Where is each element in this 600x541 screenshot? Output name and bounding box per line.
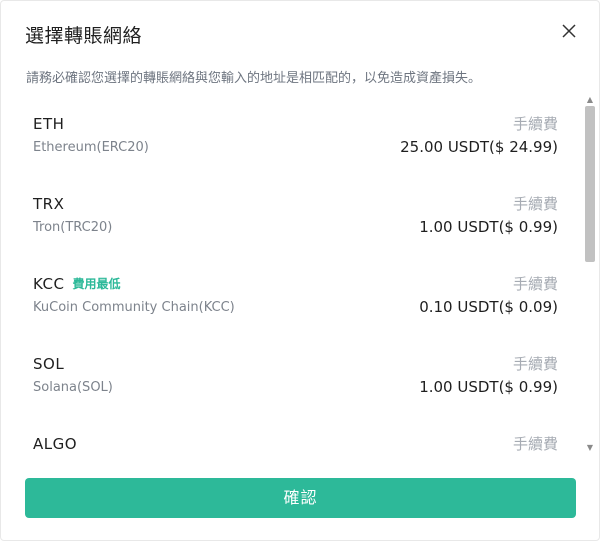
fee-label: 手續費 — [512, 275, 558, 293]
network-full-name: Solana(SOL) — [33, 380, 113, 395]
fee-value: 1.00 USDT($ 0.99) — [419, 218, 558, 236]
confirm-button[interactable]: 確認 — [25, 478, 576, 518]
warning-notice: 請務必確認您選擇的轉賬網絡與您輸入的地址是相匹配的，以免造成資產損失。 — [26, 71, 482, 86]
close-button[interactable] — [559, 21, 579, 41]
network-option-algo[interactable]: ALGO 手續費 — [15, 414, 570, 454]
scroll-up-arrow-icon[interactable]: ▲ — [583, 94, 597, 106]
network-symbol: KCC — [33, 275, 65, 293]
network-full-name: Ethereum(ERC20) — [33, 140, 149, 155]
network-symbol: SOL — [33, 355, 65, 373]
list-scrollbar[interactable]: ▲ ▼ — [583, 94, 597, 454]
fee-value: 1.00 USDT($ 0.99) — [419, 378, 558, 396]
fee-label: 手續費 — [512, 195, 558, 213]
fee-label: 手續費 — [512, 355, 558, 373]
network-symbol: ALGO — [33, 435, 78, 453]
network-select-dialog: 選擇轉賬網絡 請務必確認您選擇的轉賬網絡與您輸入的地址是相匹配的，以免造成資產損… — [0, 0, 600, 541]
network-full-name: Tron(TRC20) — [33, 220, 113, 235]
fee-label: 手續費 — [512, 435, 558, 453]
network-symbol: ETH — [33, 115, 65, 133]
network-symbol: TRX — [33, 195, 65, 213]
fee-label: 手續費 — [512, 115, 558, 133]
network-list[interactable]: ETH Ethereum(ERC20) 手續費 25.00 USDT($ 24.… — [15, 94, 600, 454]
fee-value: 0.10 USDT($ 0.09) — [419, 298, 558, 316]
dialog-title: 選擇轉賬網絡 — [25, 25, 143, 47]
network-option-kcc[interactable]: KCC 費用最低 KuCoin Community Chain(KCC) 手續費 … — [15, 254, 570, 334]
network-option-eth[interactable]: ETH Ethereum(ERC20) 手續費 25.00 USDT($ 24.… — [15, 94, 570, 174]
close-icon — [562, 24, 576, 38]
scrollbar-thumb[interactable] — [585, 106, 595, 262]
network-full-name: KuCoin Community Chain(KCC) — [33, 300, 235, 315]
network-option-sol[interactable]: SOL Solana(SOL) 手續費 1.00 USDT($ 0.99) — [15, 334, 570, 414]
network-option-trx[interactable]: TRX Tron(TRC20) 手續費 1.00 USDT($ 0.99) — [15, 174, 570, 254]
scroll-down-arrow-icon[interactable]: ▼ — [583, 442, 597, 454]
lowest-fee-badge: 費用最低 — [72, 277, 121, 291]
fee-value: 25.00 USDT($ 24.99) — [400, 138, 558, 156]
